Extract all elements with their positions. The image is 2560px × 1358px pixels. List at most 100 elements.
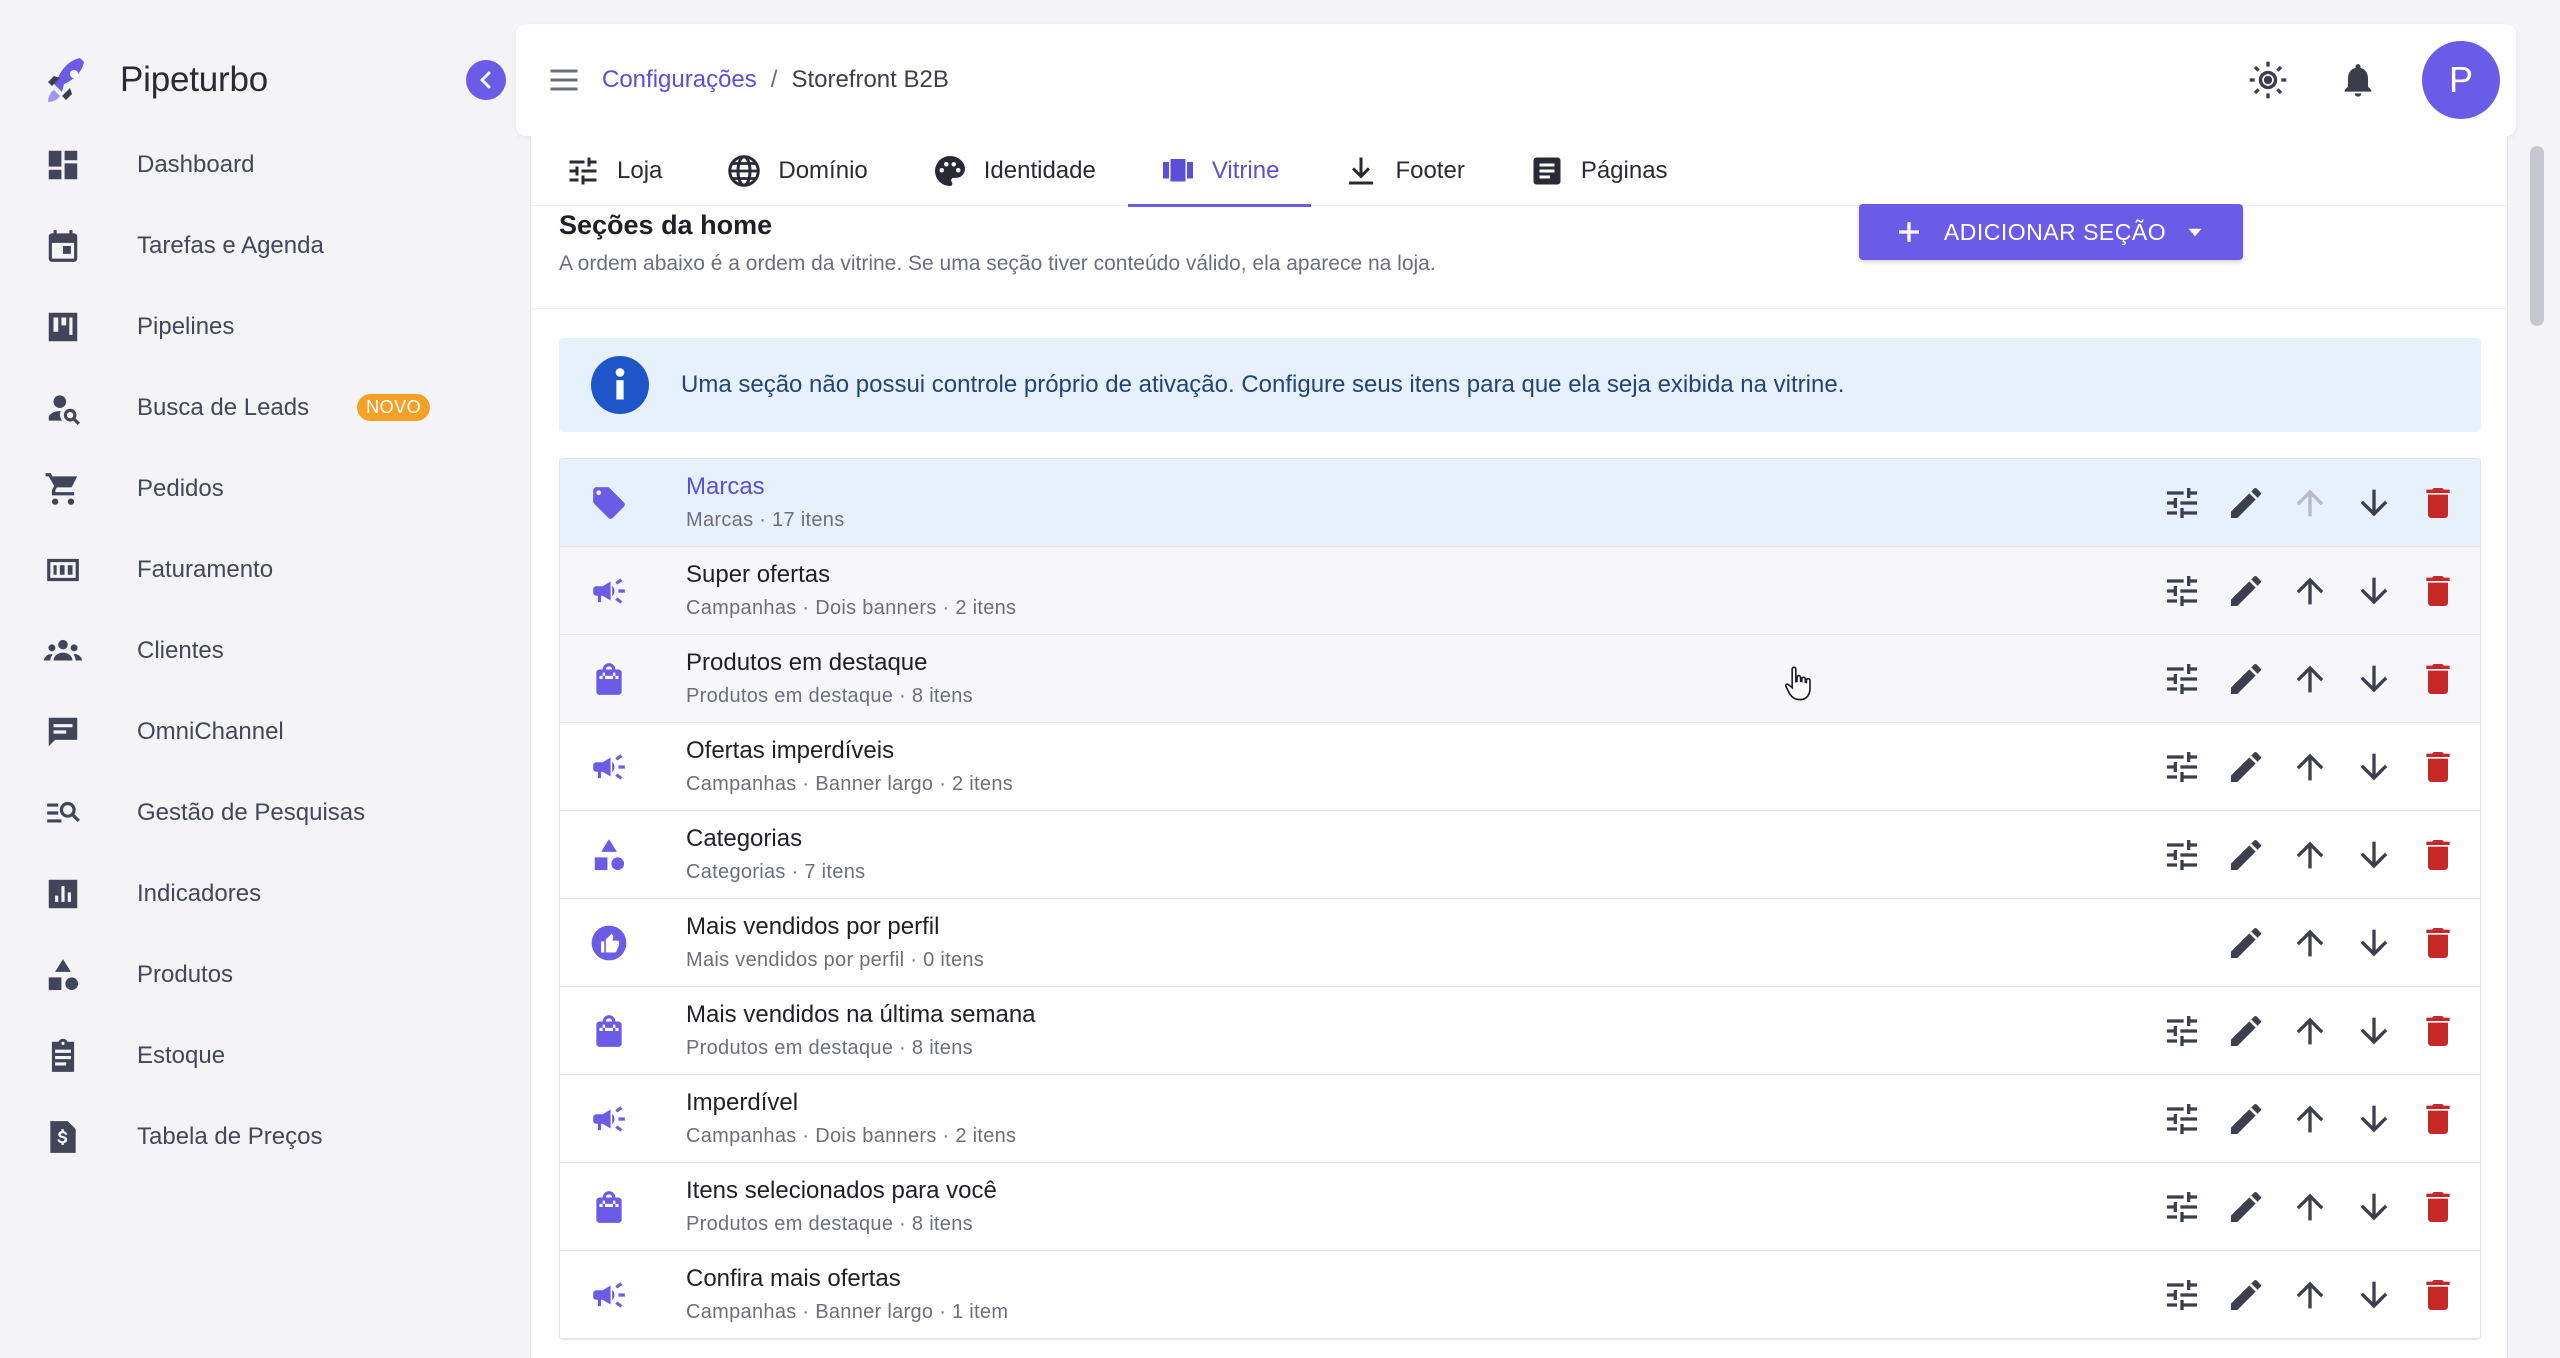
section-row-marcas[interactable]: Marcas Marcas · 17 itens — [560, 459, 2480, 547]
configure-icon[interactable] — [2162, 659, 2202, 699]
delete-trash-icon[interactable] — [2418, 1099, 2458, 1139]
caret-down-icon — [2188, 228, 2202, 237]
edit-pencil-icon[interactable] — [2226, 571, 2266, 611]
move-down-arrow-icon[interactable] — [2354, 659, 2394, 699]
edit-pencil-icon[interactable] — [2226, 747, 2266, 787]
notifications-bell-icon[interactable] — [2338, 60, 2378, 100]
sidebar-item-produtos[interactable]: Produtos — [0, 934, 490, 1015]
edit-pencil-icon[interactable] — [2226, 1011, 2266, 1051]
configure-icon[interactable] — [2162, 835, 2202, 875]
move-down-arrow-icon[interactable] — [2354, 1275, 2394, 1315]
move-down-arrow-icon[interactable] — [2354, 1099, 2394, 1139]
configure-icon[interactable] — [2162, 1011, 2202, 1051]
move-up-arrow-icon[interactable] — [2290, 835, 2330, 875]
section-row-produtos-em-destaque[interactable]: Produtos em destaque Produtos em destaqu… — [560, 635, 2480, 723]
section-row-categorias[interactable]: Categorias Categorias · 7 itens — [560, 811, 2480, 899]
delete-trash-icon[interactable] — [2418, 483, 2458, 523]
tab-loja[interactable]: Loja — [531, 136, 694, 206]
move-up-arrow-icon[interactable] — [2290, 747, 2330, 787]
move-up-arrow-icon[interactable] — [2290, 1187, 2330, 1227]
move-down-arrow-icon[interactable] — [2354, 923, 2394, 963]
section-row-confira-mais-ofertas[interactable]: Confira mais ofertas Campanhas · Banner … — [560, 1251, 2480, 1339]
delete-trash-icon[interactable] — [2418, 923, 2458, 963]
brand[interactable]: Pipeturbo — [40, 52, 268, 108]
edit-pencil-icon[interactable] — [2226, 659, 2266, 699]
section-row-meta: Campanhas · Banner largo · 2 itens — [686, 773, 1014, 795]
edit-pencil-icon[interactable] — [2226, 835, 2266, 875]
delete-trash-icon[interactable] — [2418, 747, 2458, 787]
user-avatar[interactable]: P — [2422, 41, 2500, 119]
section-row-mais-vendidos-por-perfil[interactable]: Mais vendidos por perfil Mais vendidos p… — [560, 899, 2480, 987]
sidebar-item-dashboard[interactable]: Dashboard — [0, 124, 490, 205]
tab-footer[interactable]: Footer — [1311, 136, 1496, 206]
delete-trash-icon[interactable] — [2418, 571, 2458, 611]
sidebar-item-estoque[interactable]: Estoque — [0, 1015, 490, 1096]
analytics-icon — [48, 879, 78, 908]
move-down-arrow-icon[interactable] — [2354, 483, 2394, 523]
move-down-arrow-icon[interactable] — [2354, 1011, 2394, 1051]
edit-pencil-icon[interactable] — [2226, 483, 2266, 523]
delete-trash-icon[interactable] — [2418, 1011, 2458, 1051]
section-row-imperdivel[interactable]: Imperdível Campanhas · Dois banners · 2 … — [560, 1075, 2480, 1163]
edit-pencil-icon[interactable] — [2226, 1099, 2266, 1139]
delete-trash-icon[interactable] — [2418, 1275, 2458, 1315]
campaign-icon — [593, 753, 625, 780]
sidebar-item-label: Tabela de Preços — [137, 1122, 323, 1150]
sidebar-item-faturamento[interactable]: Faturamento — [0, 529, 490, 610]
edit-pencil-icon[interactable] — [2226, 1275, 2266, 1315]
hamburger-menu-icon[interactable] — [546, 62, 582, 98]
section-row-mais-vendidos-ultima-semana[interactable]: Mais vendidos na última semana Produtos … — [560, 987, 2480, 1075]
breadcrumb-link-configuracoes[interactable]: Configurações — [602, 66, 757, 94]
section-title: Seções da home — [559, 210, 773, 240]
edit-pencil-icon[interactable] — [2226, 923, 2266, 963]
theme-toggle-sun-icon[interactable] — [2248, 60, 2288, 100]
move-up-arrow-icon[interactable] — [2290, 1011, 2330, 1051]
move-down-arrow-icon[interactable] — [2354, 747, 2394, 787]
delete-trash-icon[interactable] — [2418, 835, 2458, 875]
sidebar-item-busca-de-leads[interactable]: Busca de Leads NOVO — [0, 367, 490, 448]
edit-pencil-icon[interactable] — [2226, 1187, 2266, 1227]
sidebar-item-indicadores[interactable]: Indicadores — [0, 853, 490, 934]
category-icon — [594, 838, 625, 870]
configure-icon[interactable] — [2162, 1099, 2202, 1139]
page-scrollbar[interactable] — [2530, 146, 2544, 326]
configure-icon[interactable] — [2162, 1187, 2202, 1227]
delete-trash-icon[interactable] — [2418, 659, 2458, 699]
move-down-arrow-icon[interactable] — [2354, 835, 2394, 875]
tab-identidade[interactable]: Identidade — [900, 136, 1128, 206]
move-down-arrow-icon[interactable] — [2354, 571, 2394, 611]
collapse-sidebar-button[interactable] — [466, 60, 506, 100]
move-up-arrow-icon[interactable] — [2290, 483, 2330, 523]
tab-paginas[interactable]: Páginas — [1497, 136, 1700, 206]
divider — [531, 308, 2507, 309]
palette-icon — [934, 156, 965, 186]
configure-icon[interactable] — [2162, 747, 2202, 787]
manage-search-icon — [47, 801, 80, 822]
tab-dominio[interactable]: Domínio — [694, 136, 899, 206]
sidebar-item-tabela-de-precos[interactable]: Tabela de Preços — [0, 1096, 490, 1177]
sidebar-item-pipelines[interactable]: Pipelines — [0, 286, 490, 367]
configure-icon[interactable] — [2162, 483, 2202, 523]
move-up-arrow-icon[interactable] — [2290, 659, 2330, 699]
configure-icon[interactable] — [2162, 571, 2202, 611]
section-row-itens-selecionados[interactable]: Itens selecionados para você Produtos em… — [560, 1163, 2480, 1251]
tune-icon — [569, 157, 597, 185]
sidebar-item-clientes[interactable]: Clientes — [0, 610, 490, 691]
move-up-arrow-icon[interactable] — [2290, 923, 2330, 963]
new-badge: NOVO — [357, 394, 431, 421]
sidebar-item-pedidos[interactable]: Pedidos — [0, 448, 490, 529]
delete-trash-icon[interactable] — [2418, 1187, 2458, 1227]
section-row-meta: Produtos em destaque · 8 itens — [686, 1213, 973, 1235]
add-section-button[interactable]: ADICIONAR SEÇÃO — [1859, 204, 2243, 260]
section-row-super-ofertas[interactable]: Super ofertas Campanhas · Dois banners ·… — [560, 547, 2480, 635]
move-up-arrow-icon[interactable] — [2290, 1099, 2330, 1139]
sidebar-item-gestao-de-pesquisas[interactable]: Gestão de Pesquisas — [0, 772, 490, 853]
configure-icon[interactable] — [2162, 1275, 2202, 1315]
sidebar-item-tarefas[interactable]: Tarefas e Agenda — [0, 205, 490, 286]
tab-vitrine[interactable]: Vitrine — [1127, 136, 1312, 207]
move-up-arrow-icon[interactable] — [2290, 571, 2330, 611]
move-up-arrow-icon[interactable] — [2290, 1275, 2330, 1315]
move-down-arrow-icon[interactable] — [2354, 1187, 2394, 1227]
section-row-ofertas-imperdiveis[interactable]: Ofertas imperdíveis Campanhas · Banner l… — [560, 723, 2480, 811]
sidebar-item-omnichannel[interactable]: OmniChannel — [0, 691, 490, 772]
